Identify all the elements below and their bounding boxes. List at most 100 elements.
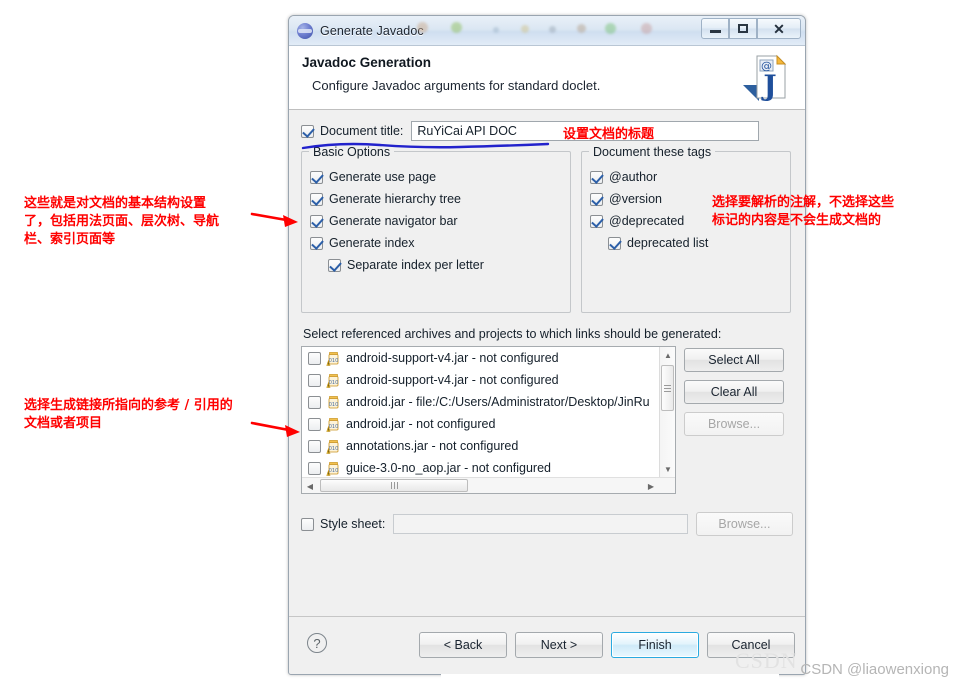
eclipse-sphere-icon: [297, 22, 313, 39]
jar-icon: 010: [326, 395, 341, 410]
basic-options-group: Basic Options Generate use page Generate…: [301, 145, 571, 313]
style-sheet-browse-button: Browse...: [695, 512, 793, 536]
deprecated-list-checkbox[interactable]: [608, 236, 621, 250]
option-generate-hierarchy-tree[interactable]: Generate hierarchy tree: [310, 188, 562, 210]
generate-use-page-checkbox[interactable]: [310, 170, 323, 184]
document-title-checkbox[interactable]: [301, 124, 314, 138]
generate-navigator-bar-checkbox[interactable]: [310, 214, 323, 228]
row-checkbox[interactable]: [308, 439, 321, 453]
generate-index-checkbox[interactable]: [310, 236, 323, 250]
jar-warning-icon: 010: [326, 461, 341, 476]
svg-text:010: 010: [329, 446, 339, 452]
list-item[interactable]: 010 android-support-v4.jar - not configu…: [302, 347, 675, 369]
svg-text:010: 010: [329, 468, 339, 474]
style-sheet-row: Style sheet: Browse...: [301, 512, 793, 536]
references-listbox[interactable]: 010 android-support-v4.jar - not configu…: [301, 346, 676, 494]
list-vertical-scrollbar[interactable]: ▲ ▼: [659, 347, 675, 477]
list-horizontal-scrollbar[interactable]: ◀ ▶: [302, 477, 675, 493]
option-generate-use-page[interactable]: Generate use page: [310, 166, 562, 188]
tag-version-checkbox[interactable]: [590, 192, 603, 206]
list-item-text: android.jar - file:/C:/Users/Administrat…: [346, 395, 650, 409]
finish-button[interactable]: Finish: [611, 632, 699, 658]
header-subtitle: Configure Javadoc arguments for standard…: [312, 78, 601, 93]
clear-all-button[interactable]: Clear All: [684, 380, 784, 404]
screenshot-root: Generate Javadoc ✕ Javadoc Generation Co…: [0, 0, 957, 686]
annotation-document-title: 设置文档的标题: [563, 127, 655, 142]
jar-warning-icon: 010: [326, 373, 341, 388]
select-all-button[interactable]: Select All: [684, 348, 784, 372]
scroll-down-icon[interactable]: ▼: [660, 461, 675, 477]
dialog-titlebar[interactable]: Generate Javadoc ✕: [289, 16, 805, 46]
basic-options-legend: Basic Options: [309, 145, 395, 159]
references-label: Select referenced archives and projects …: [303, 327, 722, 341]
row-checkbox[interactable]: [308, 417, 321, 431]
minimize-button[interactable]: [701, 18, 729, 39]
style-sheet-checkbox[interactable]: [301, 517, 314, 531]
list-item-text: annotations.jar - not configured: [346, 439, 519, 453]
scroll-right-icon[interactable]: ▶: [643, 478, 659, 493]
option-label: Separate index per letter: [347, 258, 484, 272]
row-checkbox[interactable]: [308, 395, 321, 409]
header-title: Javadoc Generation: [302, 55, 432, 70]
option-label: @deprecated: [609, 214, 685, 228]
jar-warning-icon: 010: [326, 417, 341, 432]
document-title-label: Document title:: [320, 124, 404, 138]
option-label: Generate hierarchy tree: [329, 192, 462, 206]
style-sheet-label: Style sheet:: [320, 517, 386, 531]
list-item[interactable]: 010 android.jar - not configured: [302, 413, 675, 435]
references-browse-button: Browse...: [684, 412, 784, 436]
svg-text:010: 010: [329, 380, 339, 386]
javadoc-page-icon: @ J: [741, 51, 795, 105]
scroll-up-icon[interactable]: ▲: [660, 347, 675, 363]
tag-deprecated-checkbox[interactable]: [590, 214, 603, 228]
list-item[interactable]: 010 android-support-v4.jar - not configu…: [302, 369, 675, 391]
vertical-scroll-thumb[interactable]: [661, 365, 674, 411]
svg-text:010: 010: [329, 402, 339, 408]
help-icon[interactable]: ?: [307, 633, 327, 653]
option-label: deprecated list: [627, 236, 709, 250]
style-sheet-input[interactable]: [393, 514, 688, 534]
document-tags-group: Document these tags @author @version @de…: [581, 145, 791, 313]
row-checkbox[interactable]: [308, 461, 321, 475]
option-generate-index[interactable]: Generate index: [310, 232, 562, 254]
dialog-header: Javadoc Generation Configure Javadoc arg…: [289, 46, 805, 110]
svg-text:010: 010: [329, 424, 339, 430]
option-deprecated-list[interactable]: deprecated list: [590, 232, 782, 254]
jar-warning-icon: 010: [326, 351, 341, 366]
titlebar-ghost-artifacts: [409, 20, 709, 42]
svg-text:J: J: [760, 69, 776, 102]
back-button[interactable]: < Back: [419, 632, 507, 658]
dialog-title: Generate Javadoc: [320, 23, 424, 38]
document-title-row: Document title:: [301, 120, 793, 142]
list-item-text: android-support-v4.jar - not configured: [346, 373, 559, 387]
scroll-left-icon[interactable]: ◀: [302, 478, 318, 493]
generate-hierarchy-tree-checkbox[interactable]: [310, 192, 323, 206]
annotation-references: 选择生成链接所指向的参考 / 引用的 文档或者项目: [24, 398, 233, 431]
option-label: Generate index: [329, 236, 415, 250]
dialog-footer: ? < Back Next > Finish Cancel: [289, 616, 805, 674]
list-item-text: android.jar - not configured: [346, 417, 496, 431]
close-button[interactable]: ✕: [757, 18, 801, 39]
row-checkbox[interactable]: [308, 351, 321, 365]
row-checkbox[interactable]: [308, 373, 321, 387]
blank-white-strip: [441, 673, 779, 686]
option-separate-index-per-letter[interactable]: Separate index per letter: [310, 254, 562, 276]
generate-javadoc-dialog: Generate Javadoc ✕ Javadoc Generation Co…: [288, 15, 806, 686]
option-tag-author[interactable]: @author: [590, 166, 782, 188]
horizontal-scroll-thumb[interactable]: [320, 479, 468, 492]
list-item[interactable]: 010 guice-3.0-no_aop.jar - not configure…: [302, 457, 675, 479]
separate-index-per-letter-checkbox[interactable]: [328, 258, 341, 272]
tag-author-checkbox[interactable]: [590, 170, 603, 184]
option-label: Generate navigator bar: [329, 214, 458, 228]
list-item-text: android-support-v4.jar - not configured: [346, 351, 559, 365]
references-buttons: Select All Clear All Browse...: [684, 346, 784, 494]
window-controls[interactable]: ✕: [701, 18, 801, 39]
next-button[interactable]: Next >: [515, 632, 603, 658]
list-item[interactable]: 010 android.jar - file:/C:/Users/Adminis…: [302, 391, 675, 413]
option-label: @version: [609, 192, 662, 206]
options-groups: Basic Options Generate use page Generate…: [301, 145, 793, 313]
option-generate-navigator-bar[interactable]: Generate navigator bar: [310, 210, 562, 232]
annotation-basic-options: 这些就是对文档的基本结构设置 了，包括用法页面、层次树、导航 栏、索引页面等: [24, 196, 220, 247]
maximize-button[interactable]: [729, 18, 757, 39]
list-item[interactable]: 010 annotations.jar - not configured: [302, 435, 675, 457]
